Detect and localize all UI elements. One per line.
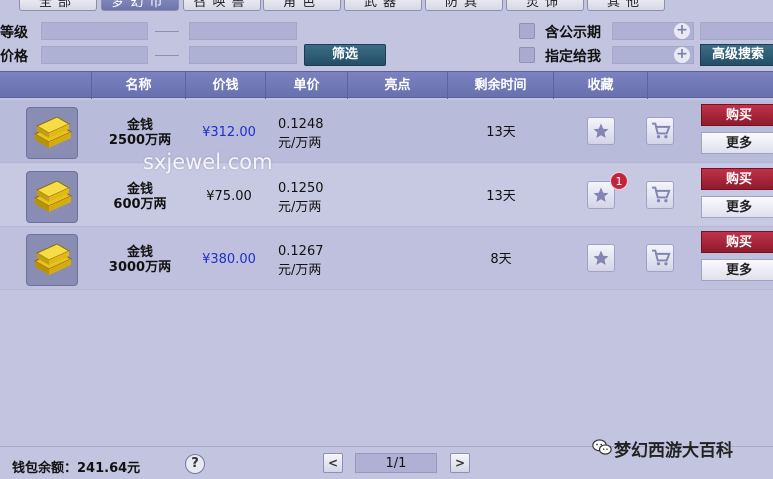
table-row[interactable]: 金钱 3000万两 ¥380.00 0.1267 元/万两 8天 购买 更多 <box>0 227 773 290</box>
cart-button[interactable] <box>646 181 674 209</box>
unit-price-unit: 元/万两 <box>278 136 322 151</box>
gold-bar-icon <box>26 171 78 223</box>
tab-pets[interactable]: 召唤兽 <box>183 0 261 11</box>
item-amount: 2500万两 <box>108 133 172 148</box>
item-price: ¥75.00 <box>206 189 252 204</box>
unit-price: 0.1250 元/万两 <box>278 179 348 217</box>
unit-price: 0.1267 元/万两 <box>278 242 348 280</box>
assigned-to-me-label: 指定给我 <box>545 49 601 65</box>
header-time-left[interactable]: 剩余时间 <box>448 72 554 99</box>
star-icon <box>593 187 609 203</box>
unit-price-unit: 元/万两 <box>278 263 322 278</box>
level-label: 等级 <box>0 25 28 41</box>
tab-characters[interactable]: 角色 <box>263 0 341 11</box>
item-price: ¥380.00 <box>202 252 256 267</box>
price-max-input[interactable] <box>189 46 297 64</box>
tab-accessories[interactable]: 灵饰 <box>506 0 584 11</box>
buy-button[interactable]: 购买 <box>701 104 773 126</box>
tab-weapons[interactable]: 武器 <box>344 0 422 11</box>
prev-page-button[interactable]: < <box>323 453 343 473</box>
tab-currency[interactable]: 梦幻币 <box>101 0 179 11</box>
gold-bar-icon <box>26 107 78 159</box>
include-public-label: 含公示期 <box>545 25 601 41</box>
more-button[interactable]: 更多 <box>701 196 773 218</box>
cart-icon <box>652 122 671 139</box>
level-min-input[interactable] <box>41 22 148 40</box>
item-name: 金钱 600万两 <box>95 182 185 212</box>
header-favorite: 收藏 <box>554 72 648 99</box>
time-left: 13天 <box>486 189 516 204</box>
cart-button[interactable] <box>646 244 674 272</box>
buy-button[interactable]: 购买 <box>701 231 773 253</box>
cart-icon <box>652 186 671 203</box>
favorite-button[interactable] <box>587 244 615 272</box>
header-actions <box>648 72 773 99</box>
unit-price-value: 0.1248 <box>278 117 324 132</box>
public-period-select-2[interactable] <box>700 22 773 40</box>
tab-other[interactable]: 其他 <box>587 0 665 11</box>
more-button[interactable]: 更多 <box>701 259 773 281</box>
star-icon <box>593 250 609 266</box>
item-name-line1: 金钱 <box>126 245 153 260</box>
star-icon <box>593 123 609 139</box>
wallet-balance: 钱包余额：241.64元 <box>12 461 141 476</box>
unit-price: 0.1248 元/万两 <box>278 115 348 153</box>
tab-all[interactable]: 全部 <box>19 0 97 11</box>
favorite-count-badge: 1 <box>610 172 628 190</box>
filter-button[interactable]: 筛选 <box>304 44 386 66</box>
cart-button[interactable] <box>646 117 674 145</box>
more-button[interactable]: 更多 <box>701 132 773 154</box>
time-left: 8天 <box>490 252 512 267</box>
header-unit-price[interactable]: 单价 <box>266 72 348 99</box>
item-name-line1: 金钱 <box>126 182 153 197</box>
assigned-to-me-checkbox[interactable] <box>519 47 535 63</box>
header-price[interactable]: 价钱 <box>186 72 266 99</box>
price-min-input[interactable] <box>41 46 148 64</box>
price-range-dash <box>155 55 179 56</box>
favorite-button[interactable] <box>587 117 615 145</box>
item-price: ¥312.00 <box>202 125 256 140</box>
time-left: 13天 <box>486 125 516 140</box>
brand-name: 梦幻西游大百科 <box>614 441 733 461</box>
header-icon-col <box>0 72 92 99</box>
help-icon[interactable]: ? <box>185 454 205 474</box>
unit-price-unit: 元/万两 <box>278 200 322 215</box>
header-highlights: 亮点 <box>348 72 448 99</box>
watermark-text: sxjewel.com <box>143 150 273 174</box>
price-label: 价格 <box>0 49 28 65</box>
buy-button[interactable]: 购买 <box>701 168 773 190</box>
cart-icon <box>652 249 671 266</box>
item-name: 金钱 3000万两 <box>95 245 185 275</box>
unit-price-value: 0.1250 <box>278 181 324 196</box>
gold-bar-icon <box>26 234 78 286</box>
plus-icon[interactable]: + <box>674 23 690 39</box>
advanced-search-button[interactable]: 高级搜索 <box>700 44 773 66</box>
next-page-button[interactable]: > <box>450 453 470 473</box>
item-name: 金钱 2500万两 <box>95 118 185 148</box>
page-indicator: 1/1 <box>355 453 437 473</box>
wechat-icon <box>592 439 612 455</box>
item-name-line1: 金钱 <box>126 118 153 133</box>
table-row[interactable]: 金钱 2500万两 ¥312.00 0.1248 元/万两 13天 购买 更多 <box>0 100 773 163</box>
level-range-dash <box>155 31 179 32</box>
category-tabs: 全部 梦幻币 召唤兽 角色 武器 防具 灵饰 其他 <box>0 0 773 11</box>
item-amount: 600万两 <box>113 197 167 212</box>
header-name[interactable]: 名称 <box>92 72 186 99</box>
table-row[interactable]: 金钱 600万两 ¥75.00 0.1250 元/万两 13天 1 购买 更多 <box>0 164 773 227</box>
plus-icon[interactable]: + <box>674 47 690 63</box>
unit-price-value: 0.1267 <box>278 244 324 259</box>
table-header: 名称 价钱 单价 亮点 剩余时间 收藏 <box>0 71 773 99</box>
level-max-input[interactable] <box>189 22 297 40</box>
item-amount: 3000万两 <box>108 260 172 275</box>
include-public-checkbox[interactable] <box>519 23 535 39</box>
tab-armor[interactable]: 防具 <box>425 0 503 11</box>
